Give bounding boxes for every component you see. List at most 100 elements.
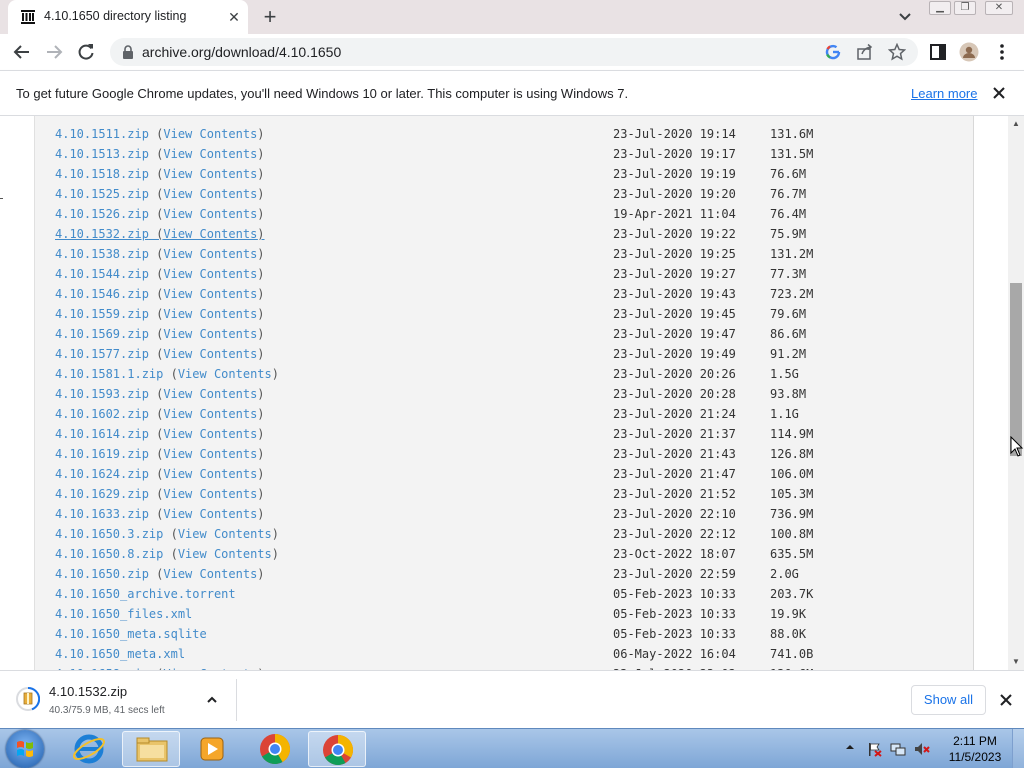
show-desktop-button[interactable] [1012, 729, 1024, 768]
taskbar-internet-explorer[interactable] [60, 731, 118, 767]
file-link[interactable]: 4.10.1525.zip (View Contents) [55, 184, 265, 204]
view-contents-link[interactable]: View Contents [163, 127, 257, 141]
view-contents-link[interactable]: View Contents [163, 347, 257, 361]
file-link[interactable]: 4.10.1650_files.xml [55, 604, 192, 624]
profile-avatar-icon[interactable] [959, 42, 979, 62]
clock-date[interactable]: 11/5/2023 [945, 750, 1005, 764]
file-name[interactable]: 4.10.1650_meta.sqlite [55, 627, 207, 641]
shelf-close-icon[interactable] [998, 692, 1014, 708]
minimize-button[interactable]: ▁ [929, 1, 951, 15]
file-name[interactable]: 4.10.1511.zip [55, 127, 149, 141]
browser-tab[interactable]: 4.10.1650 directory listing ✕ [8, 0, 248, 34]
file-name[interactable]: 4.10.1569.zip [55, 327, 149, 341]
file-name[interactable]: 4.10.1650_meta.xml [55, 647, 185, 661]
file-name[interactable]: 4.10.1526.zip [55, 207, 149, 221]
file-name[interactable]: 4.10.1650.3.zip [55, 527, 163, 541]
view-contents-link[interactable]: View Contents [163, 487, 257, 501]
file-name[interactable]: 4.10.1650_archive.torrent [55, 587, 236, 601]
bookmark-star-icon[interactable] [888, 43, 906, 61]
view-contents-link[interactable]: View Contents [163, 207, 257, 221]
download-progress-icon[interactable] [16, 686, 40, 712]
file-link[interactable]: 4.10.1513.zip (View Contents) [55, 144, 265, 164]
file-name[interactable]: 4.10.1624.zip [55, 467, 149, 481]
file-link[interactable]: 4.10.1650.8.zip (View Contents) [55, 544, 279, 564]
start-button[interactable] [6, 730, 44, 768]
file-link[interactable]: 4.10.1569.zip (View Contents) [55, 324, 265, 344]
view-contents-link[interactable]: View Contents [163, 287, 257, 301]
file-link[interactable]: 4.10.1518.zip (View Contents) [55, 164, 265, 184]
volume-muted-icon[interactable] [914, 741, 930, 757]
show-all-button[interactable]: Show all [911, 685, 986, 715]
view-contents-link[interactable]: View Contents [163, 147, 257, 161]
file-name[interactable]: 4.10.1525.zip [55, 187, 149, 201]
file-link[interactable]: 4.10.1577.zip (View Contents) [55, 344, 265, 364]
scroll-down-arrow-icon[interactable]: ▼ [1012, 658, 1020, 666]
file-link[interactable]: 4.10.1593.zip (View Contents) [55, 384, 265, 404]
view-contents-link[interactable]: View Contents [163, 467, 257, 481]
file-link[interactable]: 4.10.1581.1.zip (View Contents) [55, 364, 279, 384]
file-link[interactable]: 4.10.1629.zip (View Contents) [55, 484, 265, 504]
file-name[interactable]: 4.10.1513.zip [55, 147, 149, 161]
view-contents-link[interactable]: View Contents [163, 187, 257, 201]
infobar-close-icon[interactable] [991, 85, 1007, 101]
file-link[interactable]: 4.10.1650.3.zip (View Contents) [55, 524, 279, 544]
file-name[interactable]: 4.10.1593.zip [55, 387, 149, 401]
view-contents-link[interactable]: View Contents [178, 367, 272, 381]
file-link[interactable]: 4.10.1624.zip (View Contents) [55, 464, 265, 484]
file-link[interactable]: 4.10.1544.zip (View Contents) [55, 264, 265, 284]
file-link[interactable]: 4.10.1633.zip (View Contents) [55, 504, 265, 524]
taskbar-chrome-active[interactable] [308, 731, 366, 767]
file-name[interactable]: 4.10.1544.zip [55, 267, 149, 281]
clock-time[interactable]: 2:11 PM [945, 734, 1005, 748]
taskbar-file-explorer[interactable] [122, 731, 180, 767]
taskbar-media-player[interactable] [184, 731, 242, 767]
view-contents-link[interactable]: View Contents [163, 227, 257, 241]
view-contents-link[interactable]: View Contents [163, 387, 257, 401]
google-lens-icon[interactable] [824, 43, 842, 61]
file-name[interactable]: 4.10.1650_files.xml [55, 607, 192, 621]
view-contents-link[interactable]: View Contents [163, 267, 257, 281]
file-link[interactable]: 4.10.1559.zip (View Contents) [55, 304, 265, 324]
maximize-button[interactable]: ❐ [954, 1, 976, 15]
file-link[interactable]: 4.10.1650.zip (View Contents) [55, 564, 265, 584]
back-arrow-icon[interactable] [12, 42, 32, 62]
view-contents-link[interactable]: View Contents [163, 167, 257, 181]
view-contents-link[interactable]: View Contents [163, 247, 257, 261]
view-contents-link[interactable]: View Contents [163, 407, 257, 421]
file-name[interactable]: 4.10.1650.8.zip [55, 547, 163, 561]
file-name[interactable]: 4.10.1633.zip [55, 507, 149, 521]
view-contents-link[interactable]: View Contents [163, 427, 257, 441]
file-name[interactable]: 4.10.1629.zip [55, 487, 149, 501]
page-scrollbar[interactable]: ▲ ▼ [1008, 116, 1024, 670]
file-name[interactable]: 4.10.1581.1.zip [55, 367, 163, 381]
action-center-flag-icon[interactable] [866, 741, 882, 757]
scrollbar-thumb[interactable] [1010, 283, 1022, 456]
chevron-up-icon[interactable] [205, 693, 219, 707]
lock-icon[interactable] [122, 45, 134, 59]
more-menu-icon[interactable] [992, 42, 1012, 62]
view-contents-link[interactable]: View Contents [163, 447, 257, 461]
file-link[interactable]: 4.10.1614.zip (View Contents) [55, 424, 265, 444]
file-name[interactable]: 4.10.1650.zip [55, 567, 149, 581]
address-bar[interactable]: archive.org/download/4.10.1650 [110, 38, 918, 66]
view-contents-link[interactable]: View Contents [163, 567, 257, 581]
file-link[interactable]: 4.10.1619.zip (View Contents) [55, 444, 265, 464]
file-link[interactable]: 4.10.1532.zip (View Contents) [55, 224, 265, 244]
tab-search-chevron-icon[interactable] [895, 8, 915, 26]
download-filename[interactable]: 4.10.1532.zip [49, 684, 127, 699]
view-contents-link[interactable]: View Contents [178, 527, 272, 541]
file-name[interactable]: 4.10.1538.zip [55, 247, 149, 261]
file-name[interactable]: 4.10.1614.zip [55, 427, 149, 441]
tab-close-icon[interactable]: ✕ [226, 9, 242, 25]
file-link[interactable]: 4.10.1538.zip (View Contents) [55, 244, 265, 264]
file-link[interactable]: 4.10.1546.zip (View Contents) [55, 284, 265, 304]
file-link[interactable]: 4.10.1650_archive.torrent [55, 584, 236, 604]
file-name[interactable]: 4.10.1532.zip [55, 227, 149, 241]
share-icon[interactable] [856, 43, 874, 61]
file-link[interactable]: 4.10.1602.zip (View Contents) [55, 404, 265, 424]
forward-arrow-icon[interactable] [44, 42, 64, 62]
side-panel-icon[interactable] [928, 42, 948, 62]
view-contents-link[interactable]: View Contents [178, 547, 272, 561]
file-name[interactable]: 4.10.1518.zip [55, 167, 149, 181]
file-name[interactable]: 4.10.1559.zip [55, 307, 149, 321]
